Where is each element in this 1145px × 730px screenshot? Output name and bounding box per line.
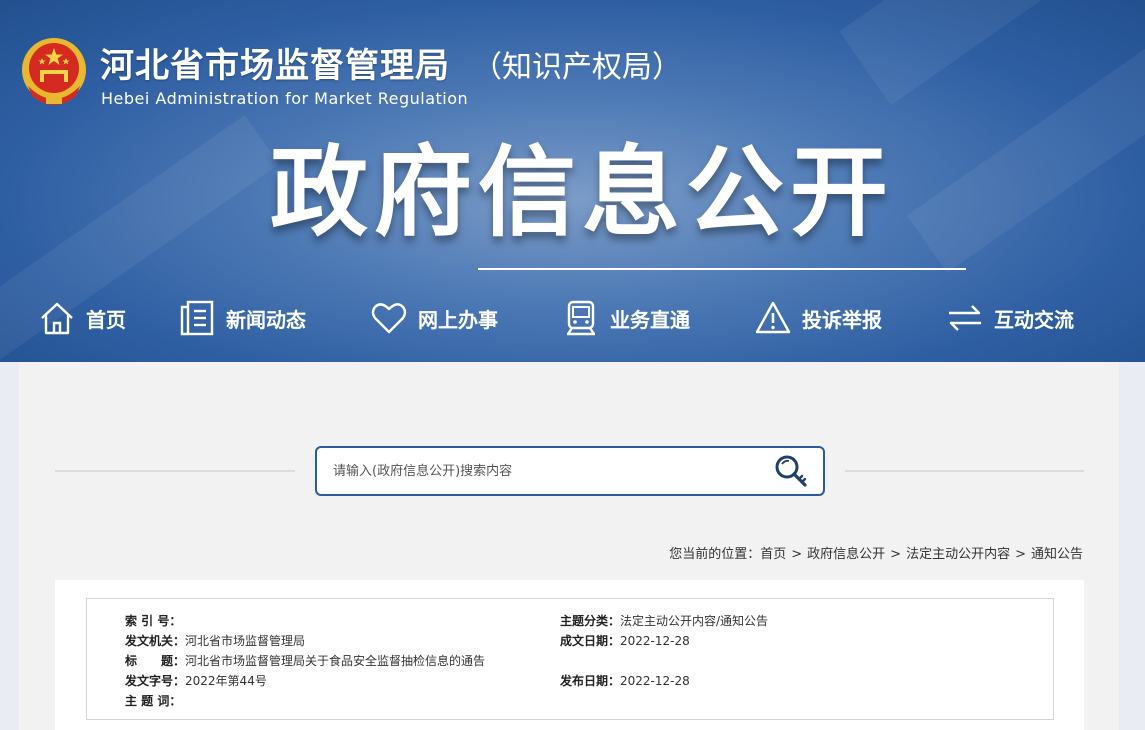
meta-doc-no: 发文字号：2022年第44号 xyxy=(125,672,267,689)
nav-item-label: 新闻动态 xyxy=(226,307,306,332)
search-key-icon[interactable] xyxy=(771,453,811,489)
site-title-subtitle: （知识产权局） xyxy=(472,50,682,85)
meta-label: 发布日期： xyxy=(560,674,621,688)
breadcrumb-link-gov-info[interactable]: 政府信息公开 xyxy=(807,547,885,562)
nav-item-label: 首页 xyxy=(86,307,126,332)
header-banner: 河北省市场监督管理局 （知识产权局） Hebei Administration … xyxy=(0,0,1145,362)
meta-label: 标 题： xyxy=(125,654,186,668)
breadcrumb-link-notices[interactable]: 通知公告 xyxy=(1031,547,1083,562)
meta-value: 河北省市场监督管理局 xyxy=(185,634,306,648)
section-hero-title: 政府信息公开 xyxy=(270,136,895,250)
search-box xyxy=(315,446,825,496)
site-title[interactable]: 河北省市场监督管理局 xyxy=(100,38,450,87)
meta-category: 主题分类：法定主动公开内容/通知公告 xyxy=(560,612,768,629)
meta-keywords: 主 题 词： xyxy=(125,692,181,709)
warning-icon xyxy=(755,301,791,334)
nav-item-label: 投诉举报 xyxy=(802,307,882,332)
meta-label: 发文机关： xyxy=(125,634,186,648)
main-nav: 首页 新闻动态 网上办事 业务直通 投诉举报 互动交流 xyxy=(0,296,1145,340)
meta-published-date: 发布日期：2022-12-28 xyxy=(560,672,690,689)
nav-item-online-services[interactable]: 网上办事 xyxy=(370,296,498,340)
nav-item-complaints[interactable]: 投诉举报 xyxy=(754,296,882,340)
meta-label: 成文日期： xyxy=(560,634,621,648)
search-input[interactable] xyxy=(331,457,755,485)
nav-item-interaction[interactable]: 互动交流 xyxy=(946,296,1074,340)
breadcrumb-link-statutory[interactable]: 法定主动公开内容 xyxy=(906,547,1010,562)
document-icon xyxy=(180,300,214,336)
heart-icon xyxy=(371,303,407,334)
meta-index-no: 索 引 号： xyxy=(125,612,181,629)
meta-label: 主题分类： xyxy=(560,614,621,628)
meta-label: 主 题 词： xyxy=(125,694,182,708)
breadcrumb-link-home[interactable]: 首页 xyxy=(760,547,786,562)
meta-value: 2022-12-28 xyxy=(620,674,690,688)
meta-value: 2022-12-28 xyxy=(620,634,690,648)
breadcrumb-prefix: 您当前的位置： xyxy=(669,547,761,562)
national-emblem-logo[interactable] xyxy=(20,36,88,108)
breadcrumb-separator: > xyxy=(1015,547,1026,562)
breadcrumb-separator: > xyxy=(791,547,803,562)
nav-item-label: 业务直通 xyxy=(610,307,690,332)
exchange-icon xyxy=(949,305,981,331)
nav-item-business-direct[interactable]: 业务直通 xyxy=(562,296,690,340)
meta-title: 标 题：河北省市场监督管理局关于食品安全监督抽检信息的通告 xyxy=(125,652,485,669)
meta-created-date: 成文日期：2022-12-28 xyxy=(560,632,690,649)
meta-issuer: 发文机关：河北省市场监督管理局 xyxy=(125,632,305,649)
nav-item-news[interactable]: 新闻动态 xyxy=(178,296,306,340)
nav-item-home[interactable]: 首页 xyxy=(38,296,126,340)
train-icon xyxy=(567,300,595,336)
meta-label: 索 引 号： xyxy=(125,614,182,628)
breadcrumb-separator: > xyxy=(890,547,902,562)
meta-value: 河北省市场监督管理局关于食品安全监督抽检信息的通告 xyxy=(185,654,486,668)
divider xyxy=(845,470,1084,472)
meta-value: 2022年第44号 xyxy=(185,674,267,688)
hero-underline xyxy=(478,268,966,270)
meta-label: 发文字号： xyxy=(125,674,186,688)
nav-item-label: 网上办事 xyxy=(418,307,498,332)
home-icon xyxy=(41,302,73,335)
breadcrumb: 您当前的位置：首页 > 政府信息公开 > 法定主动公开内容 > 通知公告 xyxy=(669,543,1083,562)
nav-item-label: 互动交流 xyxy=(994,307,1074,332)
meta-value: 法定主动公开内容/通知公告 xyxy=(620,614,769,628)
site-title-english: Hebei Administration for Market Regulati… xyxy=(101,89,469,108)
divider xyxy=(55,470,295,472)
